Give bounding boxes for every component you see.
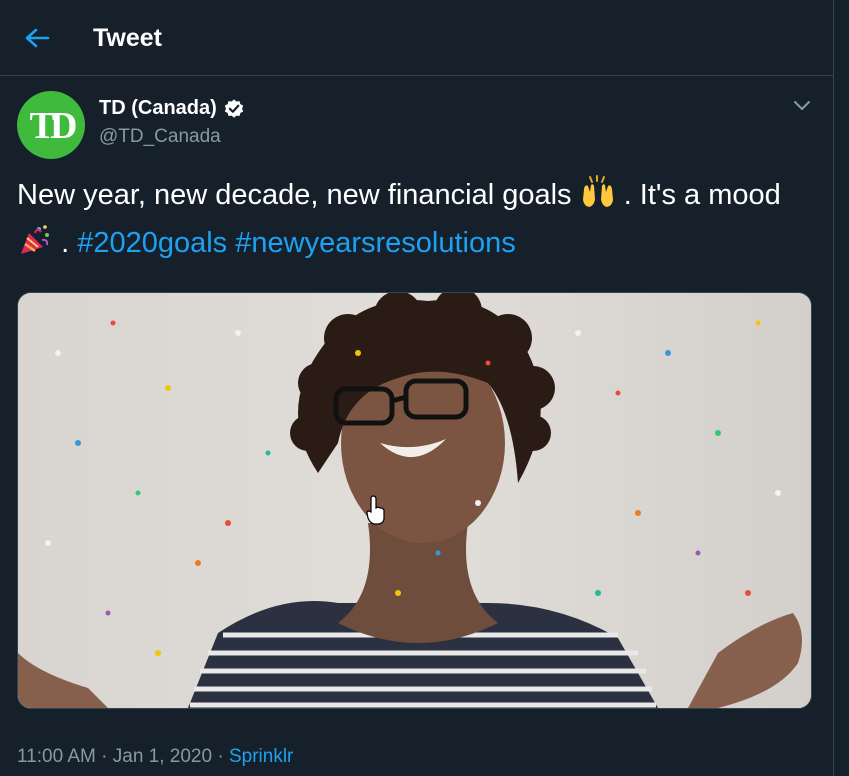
- raising-hands-icon: [580, 175, 616, 222]
- svg-text:TD: TD: [30, 105, 76, 145]
- hashtag-link-newyearsresolutions[interactable]: #newyearsresolutions: [235, 227, 515, 259]
- page-header: Tweet: [0, 0, 833, 76]
- page-title: Tweet: [93, 24, 162, 52]
- tweet-time[interactable]: 11:00 AM: [17, 746, 96, 767]
- tweet-text: New year, new decade, new financial goal…: [17, 174, 807, 270]
- verified-badge-icon: [223, 98, 245, 120]
- meta-separator: ·: [212, 746, 229, 767]
- hashtag-link-2020goals[interactable]: #2020goals: [77, 227, 227, 259]
- tweet-photo[interactable]: [17, 292, 812, 709]
- author-display-name[interactable]: TD (Canada): [99, 97, 217, 120]
- avatar[interactable]: TD: [17, 91, 85, 159]
- arrow-left-icon: [25, 28, 50, 48]
- author-name-row: TD (Canada): [99, 97, 245, 120]
- more-options-button[interactable]: [786, 92, 818, 120]
- chevron-down-icon: [794, 101, 810, 110]
- author-handle[interactable]: @TD_Canada: [99, 126, 221, 148]
- tweet-metadata: 11:00 AM · Jan 1, 2020 · Sprinklr: [17, 746, 293, 768]
- td-logo-icon: TD: [30, 105, 77, 145]
- tweet-column: Tweet TD TD (Canada) @TD_Canada New year…: [0, 0, 834, 776]
- tweet-date[interactable]: Jan 1, 2020: [113, 746, 212, 767]
- tweet-source-link[interactable]: Sprinklr: [229, 746, 293, 767]
- tweet-text-segment: . It's a mood: [623, 179, 781, 211]
- photo-image: [18, 293, 811, 708]
- meta-separator: ·: [95, 746, 113, 767]
- tweet-text-segment: New year, new decade, new financial goal…: [17, 179, 572, 211]
- back-button[interactable]: [14, 19, 60, 57]
- party-popper-icon: [17, 223, 53, 270]
- tweet-text-segment: .: [61, 227, 78, 259]
